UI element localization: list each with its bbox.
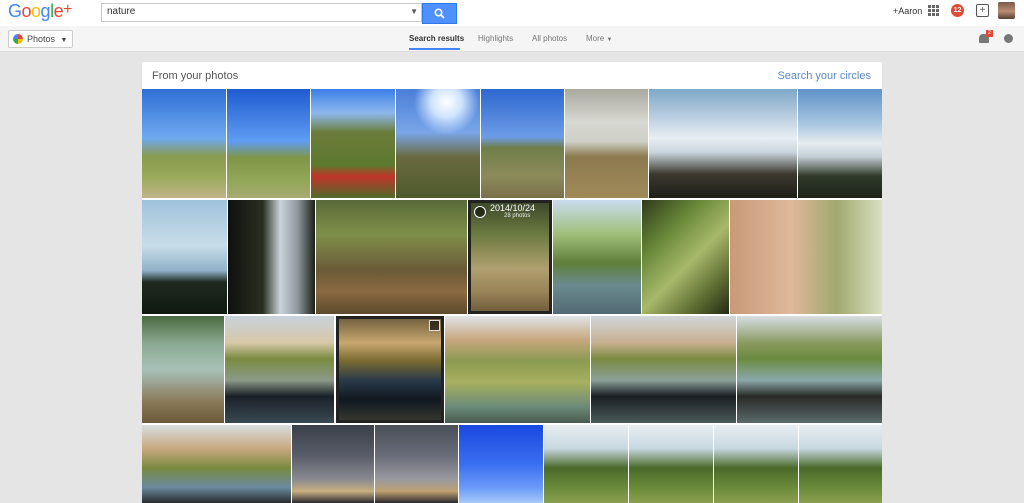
search-circles-link[interactable]: Search your circles [777, 70, 871, 82]
photo-tile[interactable] [629, 425, 713, 503]
tab-search-results[interactable]: Search results [409, 34, 464, 43]
tab-more-label: More [586, 34, 605, 43]
apps-grid-icon[interactable] [928, 5, 940, 17]
share-icon[interactable]: + [976, 4, 989, 17]
photo-tile[interactable] [481, 89, 564, 198]
chevron-down-icon: ▼ [606, 37, 613, 43]
photo-tile[interactable] [445, 316, 590, 423]
photo-tile[interactable] [642, 200, 729, 314]
search-icon [434, 8, 445, 19]
photo-tile[interactable] [142, 316, 224, 423]
photo-tile[interactable] [311, 89, 395, 198]
google-plus-logo[interactable]: Google+ [8, 1, 72, 22]
dropdown-arrow-icon[interactable]: ▼ [410, 7, 418, 16]
photo-album-tile[interactable]: 2014/10/24 28 photos [468, 200, 552, 314]
photo-tile[interactable] [142, 89, 226, 198]
photo-tile[interactable] [730, 200, 882, 314]
search-button[interactable] [422, 3, 457, 24]
photo-tile[interactable] [142, 425, 291, 503]
album-photo-count: 28 photos [504, 213, 531, 219]
photo-tile[interactable] [553, 200, 641, 314]
avatar[interactable] [998, 2, 1015, 19]
photo-tile[interactable] [396, 89, 480, 198]
photos-menu-button[interactable]: Photos ▼ [8, 30, 74, 48]
tab-all-photos[interactable]: All photos [532, 34, 567, 43]
active-tab-indicator [409, 48, 460, 50]
photo-tile[interactable] [228, 200, 315, 314]
sub-navigation-bar: Photos ▼ Search results Highlights All p… [0, 26, 1024, 52]
photo-tile-selected[interactable] [336, 316, 444, 423]
notifications-icon[interactable]: 12 [951, 4, 964, 17]
photo-tile[interactable] [292, 425, 374, 503]
photo-tile[interactable] [227, 89, 310, 198]
search-query: nature [107, 6, 136, 17]
check-circle-icon[interactable] [474, 206, 486, 218]
expand-icon[interactable] [429, 320, 440, 331]
account-name-link[interactable]: +Aaron [893, 6, 922, 16]
album-date: 2014/10/24 [490, 203, 536, 213]
photo-tile[interactable] [375, 425, 458, 503]
photo-tile[interactable] [142, 200, 227, 314]
tab-more[interactable]: More ▼ [586, 34, 612, 43]
photo-tile[interactable] [737, 316, 882, 423]
photo-tile[interactable] [591, 316, 736, 423]
top-bar: Google+ nature ▼ +Aaron 12 + [0, 0, 1024, 26]
photo-tile[interactable] [459, 425, 543, 503]
location-icon[interactable] [1004, 34, 1013, 43]
photos-menu-label: Photos [27, 34, 56, 44]
photo-tile[interactable] [714, 425, 798, 503]
photo-tile[interactable] [565, 89, 648, 198]
photo-tile[interactable] [798, 89, 882, 198]
photo-tile[interactable] [316, 200, 467, 314]
photos-pinwheel-icon [13, 34, 23, 44]
search-results-panel: From your photos Search your circles 201… [142, 62, 882, 503]
chevron-down-icon: ▼ [60, 37, 68, 44]
photo-tile[interactable] [649, 89, 797, 198]
photo-tile[interactable] [544, 425, 628, 503]
photo-tile[interactable] [799, 425, 882, 503]
bell-badge: 2 [986, 30, 993, 37]
panel-title: From your photos [152, 70, 239, 82]
search-input[interactable]: nature ▼ [101, 3, 422, 22]
tab-highlights[interactable]: Highlights [478, 34, 513, 43]
photo-tile[interactable] [225, 316, 334, 423]
